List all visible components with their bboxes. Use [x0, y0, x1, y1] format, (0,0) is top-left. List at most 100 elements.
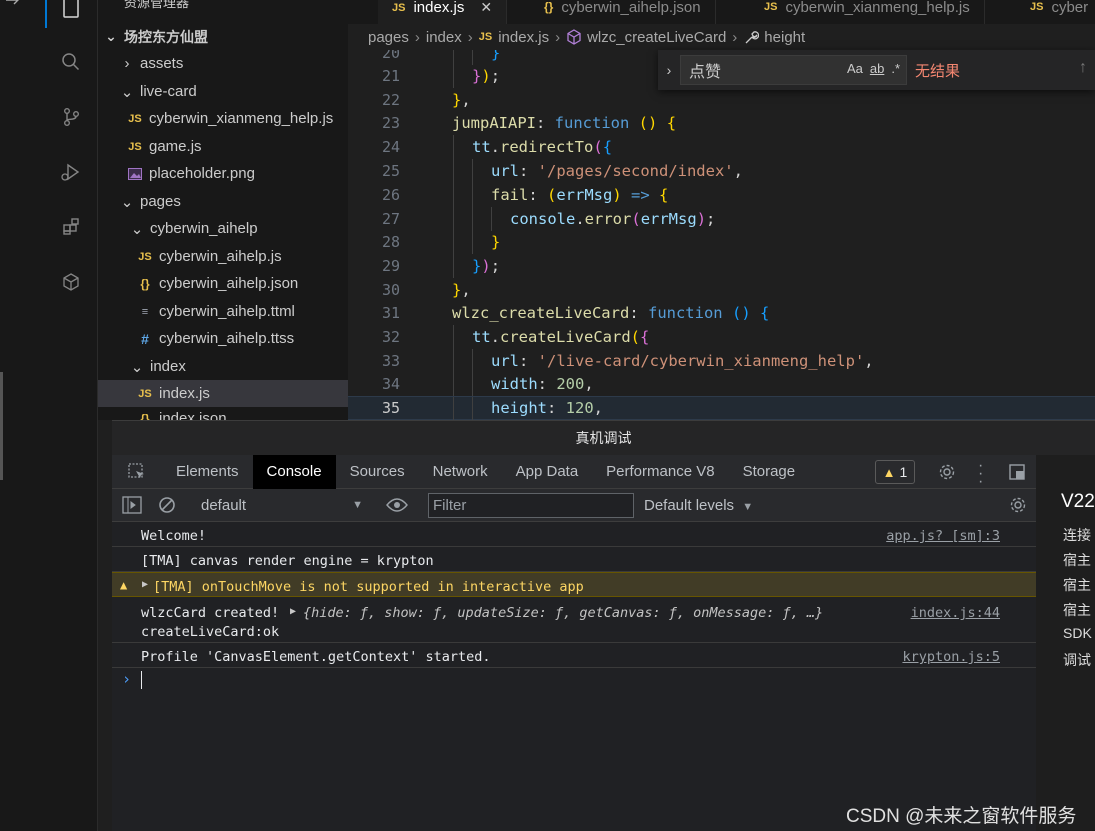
close-icon[interactable]: ✕ [480, 0, 492, 16]
console-output[interactable]: Welcome! app.js? [sm]:3 [TMA] canvas ren… [112, 522, 1036, 831]
more-actions-button[interactable]: ··· [310, 0, 327, 6]
explorer-sidebar: 资源管理器 ··· ⌄ 场控东方仙盟 › assets ⌄ live-card … [98, 0, 348, 420]
indent-guide [453, 349, 454, 373]
source-control-icon[interactable] [57, 103, 85, 131]
code-line-current: 35 height: 120, [348, 396, 1095, 420]
tab-performance[interactable]: Performance V8 [592, 455, 728, 489]
find-input[interactable]: 点赞 Aa ab .* [680, 55, 907, 85]
code-editor[interactable]: 20 } 21 }); 22 }, 23 jumpAIAPI: function… [348, 50, 1095, 420]
expand-triangle-icon[interactable]: ▶ [290, 606, 296, 617]
dropdown-arrow-icon: ▼ [352, 499, 363, 511]
tree-item-cyberwin-aihelp-ttss[interactable]: # cyberwin_aihelp.ttss [98, 325, 348, 352]
watermark: CSDN @未来之窗软件服务 [846, 806, 1077, 827]
tab-network[interactable]: Network [419, 455, 502, 489]
activity-bar [45, 0, 98, 831]
tab-app-data[interactable]: App Data [502, 455, 593, 489]
breadcrumb-item[interactable]: index [426, 29, 462, 46]
breadcrumb-item[interactable]: height [764, 29, 805, 46]
search-icon[interactable] [57, 48, 85, 76]
explorer-icon[interactable] [45, 0, 85, 28]
workspace-section[interactable]: ⌄ 场控东方仙盟 [98, 23, 348, 50]
tree-item-game-js[interactable]: JS game.js [98, 133, 348, 160]
tree-item-placeholder-png[interactable]: placeholder.png [98, 160, 348, 187]
indent-guide [453, 397, 454, 420]
log-levels-select[interactable]: Default levels ▼ [644, 489, 753, 522]
console-input[interactable] [141, 671, 142, 689]
tree-item-cyberwin-aihelp[interactable]: ⌄ cyberwin_aihelp [98, 215, 348, 242]
dock-icon[interactable] [1008, 463, 1026, 485]
tab-storage[interactable]: Storage [729, 455, 810, 489]
console-message-source[interactable]: krypton.js:5 [902, 649, 1000, 665]
clear-console-icon[interactable] [158, 496, 176, 518]
ttss-file-icon: # [141, 330, 149, 347]
console-object-preview[interactable]: {hide: ƒ, show: ƒ, updateSize: ƒ, getCan… [303, 605, 823, 621]
sidebar-toggle-icon[interactable] [122, 496, 142, 518]
console-message: wlzcCard created! ▶ {hide: ƒ, show: ƒ, u… [112, 597, 1036, 643]
regex-toggle[interactable]: .* [891, 61, 900, 76]
extensions-icon[interactable] [57, 213, 85, 241]
tab-cyberwin-aihelp-json[interactable]: {} cyberwin_aihelp.json [530, 0, 716, 24]
indent-guide [472, 397, 473, 420]
chevron-down-icon: ⌄ [130, 358, 144, 376]
console-message-text: wlzcCard created! [141, 605, 280, 621]
breadcrumb-item[interactable]: pages [368, 29, 409, 46]
tree-item-index-json[interactable]: {} index.json [98, 405, 348, 420]
tree-item-index-js[interactable]: JS index.js [98, 380, 348, 407]
code-text: width: 200, [491, 374, 594, 393]
chevron-down-icon: ⌄ [105, 28, 117, 44]
code-line: 23 jumpAIAPI: function () { [348, 111, 1095, 135]
cube-icon[interactable] [57, 268, 85, 296]
indent-guide [472, 349, 473, 373]
code-line: 26 fail: (errMsg) => { [348, 183, 1095, 207]
tab-cyberwin-xianmeng-help-js[interactable]: JS cyberwin_xianmeng_help.js [750, 0, 985, 24]
inspect-element-icon[interactable] [112, 462, 162, 481]
ttml-file-icon: ≡ [141, 305, 149, 318]
js-file-icon: JS [128, 112, 142, 125]
tree-item-cyberwin-aihelp-ttml[interactable]: ≡ cyberwin_aihelp.ttml [98, 298, 348, 325]
tree-item-index-folder[interactable]: ⌄ index [98, 353, 348, 380]
tab-sources[interactable]: Sources [336, 455, 419, 489]
arrow-up-icon[interactable]: ↑ [1079, 59, 1087, 77]
find-options: Aa ab .* [847, 61, 900, 76]
tree-item-cyberwin-xianmeng-help[interactable]: JS cyberwin_xianmeng_help.js [98, 105, 348, 132]
run-debug-icon[interactable] [57, 158, 85, 186]
tab-cyber[interactable]: JS cyber [1016, 0, 1095, 24]
kebab-menu-icon[interactable]: · · · [978, 458, 983, 490]
js-file-icon: JS [1030, 1, 1044, 13]
match-whole-word-toggle[interactable]: ab [870, 61, 884, 76]
settings-gear-icon[interactable] [938, 463, 956, 485]
arrow-right-icon[interactable] [6, 0, 22, 8]
devtools-panel: 真机调试 Elements Console Sources Network Ap… [112, 420, 1095, 831]
expand-triangle-icon[interactable]: ▶ [142, 579, 148, 590]
console-message-text: [TMA] canvas render engine = krypton [141, 553, 434, 569]
tree-item-pages[interactable]: ⌄ pages [98, 188, 348, 215]
console-filter-input[interactable]: Filter [428, 493, 634, 518]
tree-item-assets[interactable]: › assets [98, 50, 348, 77]
console-settings-icon[interactable] [1009, 496, 1027, 518]
tab-index-js[interactable]: JS index.js ✕ [378, 0, 508, 24]
tree-item-cyberwin-aihelp-js[interactable]: JS cyberwin_aihelp.js [98, 243, 348, 270]
warning-count: 1 [899, 464, 908, 480]
info-label: 连接 [1063, 527, 1091, 543]
tab-elements[interactable]: Elements [162, 455, 253, 489]
match-case-toggle[interactable]: Aa [847, 61, 863, 76]
warning-count-badge[interactable]: ▲ 1 [875, 460, 915, 484]
indent-guide [472, 207, 473, 231]
console-message-source[interactable]: index.js:44 [911, 605, 1000, 621]
tree-item-live-card[interactable]: ⌄ live-card [98, 78, 348, 105]
wrench-icon [745, 31, 760, 44]
tree-item-label: placeholder.png [149, 165, 255, 182]
context-select[interactable]: default ▼ [201, 489, 363, 522]
indent-guide [472, 183, 473, 207]
breadcrumb-item[interactable]: index.js [498, 29, 549, 46]
log-levels-label: Default levels [644, 497, 735, 514]
line-number: 26 [381, 185, 400, 204]
chevron-right-icon[interactable]: › [658, 62, 680, 78]
eye-icon[interactable] [386, 497, 408, 517]
tab-console[interactable]: Console [252, 454, 336, 489]
indent-guide [453, 159, 454, 183]
tree-item-cyberwin-aihelp-json[interactable]: {} cyberwin_aihelp.json [98, 270, 348, 297]
breadcrumb-item[interactable]: wlzc_createLiveCard [587, 29, 726, 46]
code-text: wlzc_createLiveCard: function () { [452, 303, 770, 322]
console-message-source[interactable]: app.js? [sm]:3 [886, 528, 1000, 544]
